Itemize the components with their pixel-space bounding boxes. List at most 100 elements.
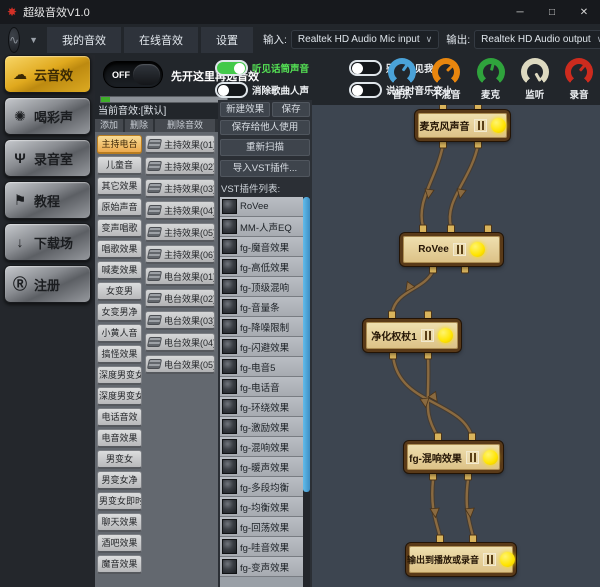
minimize-button[interactable]: ─ (504, 0, 536, 24)
vst-plugin-item[interactable]: fg-激励效果 (220, 417, 303, 437)
vst-plugin-item[interactable]: fg-高低效果 (220, 257, 303, 277)
add-effect-tab[interactable]: 添加 (95, 119, 123, 132)
chevron-down-icon[interactable]: ▼ (29, 35, 38, 45)
effect-category[interactable]: 酒吧效果 (97, 534, 142, 553)
knob-dial[interactable] (432, 58, 460, 86)
vst-plugin-item[interactable]: RoVee (220, 197, 303, 217)
import-vst-button[interactable]: 导入VST插件... (220, 160, 310, 177)
vst-plugin-item[interactable]: fg-魔音效果 (220, 237, 303, 257)
vst-plugin-item[interactable]: fg-回荡效果 (220, 517, 303, 537)
effect-category[interactable]: 男变女净 (97, 471, 142, 490)
effect-category[interactable]: 深度男变女+混响 (97, 387, 142, 406)
node-settings-icon[interactable] (466, 451, 479, 464)
vst-plugin-item[interactable]: fg-混响效果 (220, 437, 303, 457)
vst-plugin-item[interactable]: fg-哇音效果 (220, 537, 303, 557)
vst-plugin-item[interactable]: fg-电话音 (220, 377, 303, 397)
node-settings-icon[interactable] (421, 329, 434, 342)
toggle-switch[interactable] (215, 60, 248, 76)
sidebar-item[interactable]: ✺ 喝彩声 (4, 97, 91, 135)
node-settings-icon[interactable] (453, 243, 466, 256)
graph-node-purifier[interactable]: 净化权杖1 (363, 319, 461, 352)
node-graph-canvas[interactable]: 麦克风声音 RoVee 净化权杖1 fg-混响效果 输出到播放或录音 (312, 105, 600, 587)
effect-category[interactable]: 主持电台 (97, 135, 142, 154)
effect-category[interactable]: 其它效果 (97, 177, 142, 196)
delete-effect-tab[interactable]: 删除 (125, 119, 153, 132)
effect-preset[interactable]: 主持效果(02) (145, 157, 215, 176)
effect-preset[interactable]: 电台效果(04) (145, 333, 215, 352)
knob-dial[interactable] (521, 58, 549, 86)
graph-node-reverb[interactable]: fg-混响效果 (404, 441, 503, 473)
vst-plugin-item[interactable]: fg-电音5 (220, 357, 303, 377)
save-for-others-button[interactable]: 保存给他人使用 (220, 120, 310, 135)
effect-preset[interactable]: 电台效果(02) (145, 289, 215, 308)
effect-category[interactable]: 男变女 (97, 450, 142, 469)
effect-category[interactable]: 变声唱歌 (97, 219, 142, 238)
graph-node-output[interactable]: 输出到播放或录音 (406, 543, 516, 576)
graph-node-mic-input[interactable]: 麦克风声音 (415, 110, 510, 141)
effect-preset[interactable]: 主持效果(06) (145, 245, 215, 264)
save-button[interactable]: 保存 (272, 102, 310, 117)
toggle-switch[interactable] (349, 60, 382, 76)
vst-plugin-item[interactable]: fg-闪避效果 (220, 337, 303, 357)
scrollbar-track[interactable] (303, 197, 310, 587)
volume-knob[interactable]: 音乐 (383, 58, 421, 101)
effect-preset[interactable]: 主持效果(03) (145, 179, 215, 198)
effect-preset[interactable]: 主持效果(01) (145, 135, 215, 154)
node-settings-icon[interactable] (474, 119, 487, 132)
effect-preset[interactable]: 电台效果(01) (145, 267, 215, 286)
volume-knob[interactable]: 不混音 (427, 58, 465, 101)
maximize-button[interactable]: □ (536, 0, 568, 24)
sidebar-item[interactable]: Ⓡ 注册 (4, 265, 91, 303)
delete-sound-tab[interactable]: 删除音效 (155, 119, 215, 132)
output-device-select[interactable]: Realtek HD Audio output ∨ (474, 30, 600, 49)
effect-category[interactable]: 深度男变女 (97, 366, 142, 385)
effect-category[interactable]: 电话音效 (97, 408, 142, 427)
effect-category[interactable]: 原始声音 (97, 198, 142, 217)
effect-category[interactable]: 唱歌效果 (97, 240, 142, 259)
node-settings-icon[interactable] (483, 553, 496, 566)
vst-plugin-item[interactable]: MM-人声EQ (220, 217, 303, 237)
volume-knob[interactable]: 录音 (560, 58, 598, 101)
sidebar-item[interactable]: Ψ 录音室 (4, 139, 91, 177)
effect-category[interactable]: 小黄人音 (97, 324, 142, 343)
vst-plugin-item[interactable]: fg-顶级混响 (220, 277, 303, 297)
effect-category[interactable]: 聊天效果 (97, 513, 142, 532)
rescan-button[interactable]: 重新扫描 (220, 139, 310, 156)
vst-plugin-item[interactable]: fg-暖声效果 (220, 457, 303, 477)
close-button[interactable]: ✕ (568, 0, 600, 24)
effect-preset[interactable]: 主持效果(05) (145, 223, 215, 242)
tab-my-effects[interactable]: 我的音效 (47, 27, 121, 53)
knob-dial[interactable] (565, 58, 593, 86)
effect-preset[interactable]: 电台效果(05) (145, 355, 215, 374)
effect-category[interactable]: 女变男 (97, 282, 142, 301)
knob-dial[interactable] (477, 58, 505, 86)
effect-category[interactable]: 女变男净 (97, 303, 142, 322)
effect-category[interactable]: 喊麦效果 (97, 261, 142, 280)
vst-plugin-item[interactable]: fg-音量条 (220, 297, 303, 317)
effect-category[interactable]: 搞怪效果 (97, 345, 142, 364)
new-effect-button[interactable]: 新建效果 (220, 102, 270, 117)
effect-preset[interactable]: 电台效果(03) (145, 311, 215, 330)
effect-category[interactable]: 男变女即时 (97, 492, 142, 511)
vst-plugin-item[interactable]: fg-多段均衡 (220, 477, 303, 497)
vst-plugin-item[interactable]: fg-变声效果 (220, 557, 303, 577)
tab-online-effects[interactable]: 在线音效 (124, 27, 198, 53)
volume-knob[interactable]: 麦克 (472, 58, 510, 101)
effect-preset[interactable]: 主持效果(04) (145, 201, 215, 220)
logo-button[interactable]: ∿ (8, 27, 20, 53)
effect-category[interactable]: 儿童音 (97, 156, 142, 175)
toggle-switch[interactable] (349, 82, 382, 98)
sidebar-item[interactable]: ⚑ 教程 (4, 181, 91, 219)
vst-plugin-item[interactable]: fg-环绕效果 (220, 397, 303, 417)
graph-node-rovee[interactable]: RoVee (400, 233, 503, 266)
volume-knob[interactable]: 监听 (516, 58, 554, 101)
effect-category[interactable]: 电音效果 (97, 429, 142, 448)
sidebar-item[interactable]: ↓ 下载场 (4, 223, 91, 261)
input-device-select[interactable]: Realtek HD Audio Mic input ∨ (291, 30, 439, 49)
knob-dial[interactable] (388, 58, 416, 86)
master-off-switch[interactable]: OFF (103, 61, 163, 88)
vst-plugin-item[interactable]: fg-均衡效果 (220, 497, 303, 517)
sidebar-item[interactable]: ☁ 云音效 (4, 55, 91, 93)
toggle-switch[interactable] (215, 82, 248, 98)
scrollbar-thumb[interactable] (303, 197, 310, 492)
